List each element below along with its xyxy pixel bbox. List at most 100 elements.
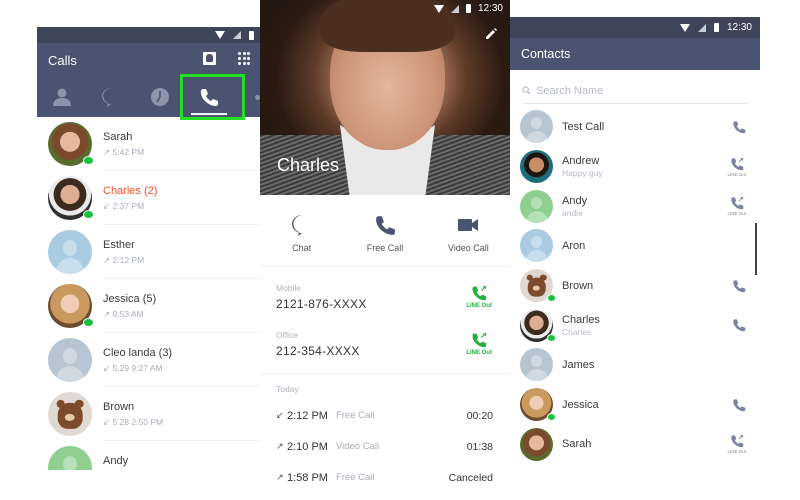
call-time-text: 5.28 2:50 PM xyxy=(112,416,164,427)
avatar xyxy=(48,122,94,166)
contact-list-item[interactable]: Brown xyxy=(510,266,760,306)
page-title: Contacts xyxy=(521,47,571,61)
battery-icon xyxy=(249,30,254,40)
contact-list-item[interactable]: Test Call xyxy=(510,107,760,147)
contact-name: Jessica xyxy=(562,398,599,411)
contact-book-icon[interactable] xyxy=(203,52,216,65)
call-list-item[interactable]: Charles (2) ↙ 2:37 PM xyxy=(37,171,262,225)
call-time-text: 9:53 AM xyxy=(112,308,144,319)
contact-status: andie xyxy=(562,207,583,218)
signal-icon xyxy=(697,23,706,32)
signal-icon xyxy=(450,4,459,13)
calls-screen: Calls Sarah ↗ 5:42 PM Charles (2) ↙ 2:37… xyxy=(37,27,262,470)
line-badge-icon xyxy=(547,413,556,422)
line-out-button[interactable]: LINE Out xyxy=(466,332,492,356)
contact-name: Test Call xyxy=(562,120,605,133)
call-direction-icon: ↙ xyxy=(276,410,284,420)
contact-list-item[interactable]: Sarah LINE Out xyxy=(510,425,760,465)
call-time: ↗ 2:12 PM xyxy=(103,255,144,266)
history-row: ↗ 2:10 PM Video Call 01:38 xyxy=(276,431,493,462)
line-badge-icon xyxy=(83,318,94,327)
call-direction-icon: ↙ xyxy=(103,362,111,373)
profile-photo: 12:30 Charles xyxy=(260,0,510,195)
line-out-button[interactable]: LINE Out xyxy=(727,434,746,454)
call-list-item[interactable]: Andy ↙ 5.28 2:30 PM xyxy=(37,441,262,470)
line-out-button[interactable]: LINE Out xyxy=(466,285,492,309)
avatar xyxy=(48,230,92,274)
edit-pencil-icon[interactable] xyxy=(484,27,498,41)
call-time: ↗ 5:42 PM xyxy=(103,147,144,158)
call-button[interactable] xyxy=(732,120,746,134)
tab-friends[interactable] xyxy=(37,77,86,117)
contact-name: Aron xyxy=(562,239,586,252)
phone-numbers: Mobile 2121-876-XXXX LINE Out Office 212… xyxy=(260,267,510,367)
free-call-button[interactable]: Free Call xyxy=(345,214,425,253)
contact-list-item[interactable]: Jessica xyxy=(510,385,760,425)
history-result: Canceled xyxy=(448,471,493,484)
avatar xyxy=(48,446,92,470)
avatar xyxy=(520,427,553,461)
scrollbar[interactable] xyxy=(755,223,757,275)
contact-name: Sarah xyxy=(562,438,592,451)
phone-icon xyxy=(376,216,395,235)
call-direction-icon: ↗ xyxy=(276,441,284,451)
contact-list-item[interactable]: Aron xyxy=(510,226,760,266)
avatar xyxy=(520,150,553,184)
search-bar xyxy=(522,78,748,104)
contact-name: Charles xyxy=(562,313,600,326)
avatar xyxy=(48,176,94,220)
call-list-item[interactable]: Sarah ↗ 5:42 PM xyxy=(37,117,262,171)
battery-icon xyxy=(713,23,719,32)
call-direction-icon: ↗ xyxy=(276,472,284,482)
video-call-button[interactable]: Video Call xyxy=(428,214,508,253)
contacts-header: Contacts xyxy=(510,38,760,70)
contact-list: Test Call Andrew Happy guy LINE Out Andy… xyxy=(510,107,760,464)
call-time: ↙ 5.29 9:27 AM xyxy=(103,363,172,374)
call-button[interactable] xyxy=(732,398,746,412)
chat-bubble-icon xyxy=(291,215,307,236)
call-history: Today ↙ 2:12 PM Free Call 00:20 ↗ 2:10 PM… xyxy=(260,373,510,493)
call-time: ↙ 5.28 2:50 PM xyxy=(103,417,163,428)
call-list-item[interactable]: Jessica (5) ↗ 9:53 AM xyxy=(37,279,262,333)
avatar xyxy=(520,388,556,422)
contact-list-item[interactable]: Andrew Happy guy LINE Out xyxy=(510,147,760,187)
call-button[interactable] xyxy=(732,279,746,293)
call-list-item[interactable]: Cleo landa (3) ↙ 5.29 9:27 AM xyxy=(37,333,262,387)
line-out-label: LINE Out xyxy=(727,171,746,177)
call-time-text: 5.29 9:27 AM xyxy=(112,362,163,373)
chat-button[interactable]: Chat xyxy=(262,214,342,253)
avatar xyxy=(520,229,553,263)
call-list-item[interactable]: Esther ↗ 2:12 PM xyxy=(37,225,262,279)
search-input[interactable] xyxy=(536,84,726,97)
contact-name: Brown xyxy=(562,279,594,292)
contact-list-item[interactable]: James xyxy=(510,345,760,385)
contact-status: Charles xyxy=(562,326,592,337)
line-out-button[interactable]: LINE Out xyxy=(727,196,746,216)
line-out-phone-icon xyxy=(472,332,487,347)
history-result: 01:38 xyxy=(466,440,493,453)
caller-name: Brown xyxy=(103,400,135,413)
caller-name: Charles (2) xyxy=(103,184,158,197)
contact-name: James xyxy=(562,358,595,371)
contact-list-item[interactable]: Andy andie LINE Out xyxy=(510,186,760,226)
battery-icon xyxy=(465,4,471,13)
contacts-screen: 12:30 Contacts Test Call Andrew Happy gu… xyxy=(510,17,760,480)
tab-chats[interactable] xyxy=(86,77,135,117)
call-time: ↙ 2:37 PM xyxy=(103,201,157,212)
line-out-phone-icon xyxy=(472,285,487,300)
caller-name: Cleo landa (3) xyxy=(103,346,173,359)
line-out-button[interactable]: LINE Out xyxy=(727,157,746,177)
phone-icon xyxy=(733,121,746,134)
call-list-item[interactable]: Brown ↙ 5.28 2:50 PM xyxy=(37,387,262,441)
video-camera-icon xyxy=(458,219,479,231)
search-icon xyxy=(522,86,531,95)
profile-name: Charles xyxy=(277,155,340,175)
call-button[interactable] xyxy=(732,318,746,332)
line-out-label: LINE Out xyxy=(727,211,746,217)
contact-list-item[interactable]: Charles Charles xyxy=(510,305,760,345)
tab-timeline[interactable] xyxy=(135,77,184,117)
line-out-label: LINE Out xyxy=(466,302,492,309)
person-icon xyxy=(52,88,71,106)
line-out-label: LINE Out xyxy=(727,449,746,455)
dialpad-icon[interactable] xyxy=(238,52,250,65)
